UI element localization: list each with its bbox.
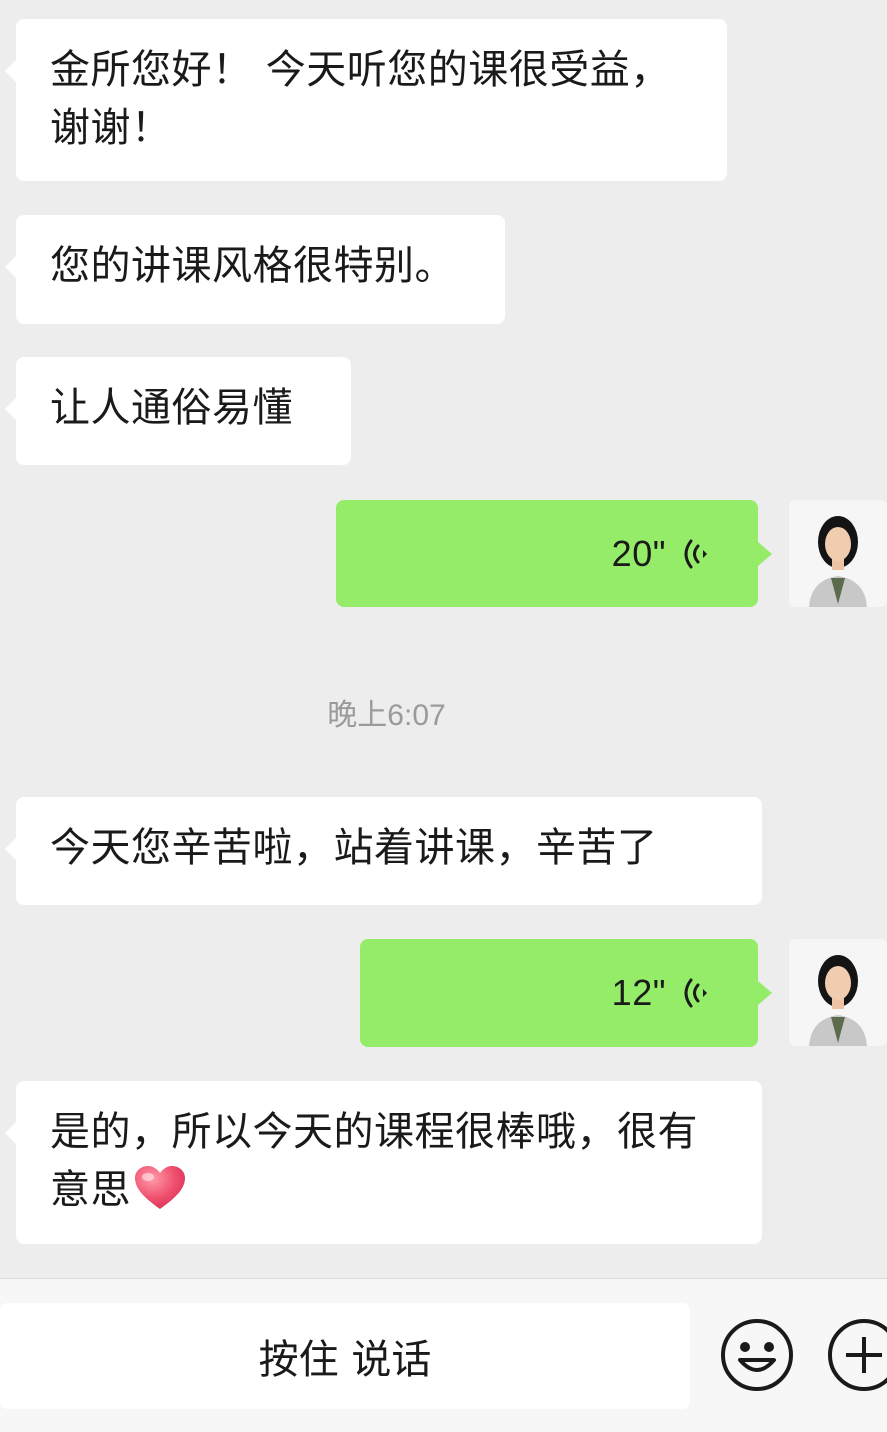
avatar-image [789,500,887,607]
avatar[interactable] [789,939,887,1046]
incoming-message-bubble[interactable]: 是的，所以今天的课程很棒哦，很有意思 [5,1081,762,1244]
avatar[interactable] [789,500,887,607]
incoming-message-bubble[interactable]: 今天您辛苦啦，站着讲课，辛苦了 [5,797,762,905]
message-text: 今天您辛苦啦，站着讲课，辛苦了 [50,825,658,871]
message-text: 您的讲课风格很特别。 [50,243,455,289]
hold-to-talk-label: 按住 说话 [258,1337,432,1383]
hold-to-talk-button[interactable]: 按住 说话 [0,1303,690,1409]
voice-wave-icon [684,539,707,568]
voice-content: 20" [612,500,710,607]
incoming-message-bubble[interactable]: 您的讲课风格很特别。 [5,215,505,324]
message-text: 金所您好！ 今天听您的课很受益，谢谢！ [50,47,671,151]
input-bar: 按住 说话 [0,1278,887,1432]
incoming-message-bubble[interactable]: 金所您好！ 今天听您的课很受益，谢谢！ [5,19,727,181]
avatar-image [789,939,887,1046]
outgoing-voice-message[interactable]: 12" [360,939,772,1047]
chat-area: 金所您好！ 今天听您的课很受益，谢谢！ 您的讲课风格很特别。 让人通俗易懂 20… [0,0,887,1278]
message-text: 让人通俗易懂 [50,385,293,431]
emoji-icon[interactable] [718,1316,796,1394]
heart-icon [135,1166,185,1209]
voice-wave-icon [684,978,707,1008]
voice-duration: 20" [611,532,666,574]
voice-duration: 12" [611,972,666,1013]
voice-content: 12" [612,939,710,1047]
incoming-message-bubble[interactable]: 让人通俗易懂 [5,357,351,465]
outgoing-voice-message[interactable]: 20" [336,500,772,607]
plus-icon[interactable] [825,1316,887,1394]
message-timestamp: 晚上6:07 [327,699,446,732]
